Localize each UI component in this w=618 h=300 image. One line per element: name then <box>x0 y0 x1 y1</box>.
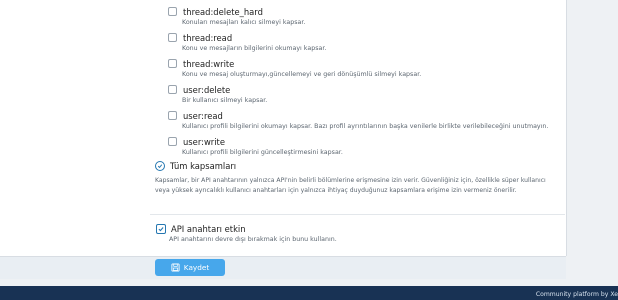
form-submit-row <box>0 256 566 279</box>
scope-item: user:write Kullanıcı profili bilgilerini… <box>168 135 343 156</box>
scope-description: Konuları mesajları kalıcı silmeyi kapsar… <box>182 19 306 26</box>
save-button[interactable]: Kaydet <box>155 259 225 276</box>
scope-name: thread:read <box>183 32 233 43</box>
scope-description: Konu ve mesajların bilgilerini okumayı k… <box>182 45 327 52</box>
check-circle-icon <box>155 161 165 171</box>
scope-name: user:write <box>183 136 225 147</box>
scope-checkbox[interactable] <box>168 137 177 146</box>
all-scopes-toggle[interactable]: Tüm kapsamları <box>155 161 236 171</box>
scope-item: user:read Kullanıcı profili bilgilerini … <box>168 109 548 130</box>
scope-description: Kullanıcı profili bilgilerini okumayı ka… <box>182 123 549 130</box>
scope-name: user:read <box>183 110 223 121</box>
save-icon <box>171 263 180 272</box>
scope-checkbox[interactable] <box>168 111 177 120</box>
scope-item: user:delete Bir kullanıcı silmeyi kapsar… <box>168 83 267 104</box>
scope-item: thread:read Konu ve mesajların bilgileri… <box>168 31 326 52</box>
all-scopes-label: Tüm kapsamları <box>170 161 237 171</box>
scope-description: Kullanıcı profili bilgilerini güncelleşt… <box>182 149 343 156</box>
scope-checkbox[interactable] <box>168 59 177 68</box>
scope-name: thread:delete_hard <box>183 6 263 17</box>
scope-description: Konu ve mesaj oluşturmayı,güncellemeyi v… <box>182 71 422 78</box>
scope-checkbox[interactable] <box>168 85 177 94</box>
page-footer <box>0 286 618 300</box>
scope-description: Bir kullanıcı silmeyi kapsar. <box>182 97 268 104</box>
footer-credit: Community platform by Xe <box>535 291 618 298</box>
scopes-explanation: Kapsamlar, bir API anahtarının yalnızca … <box>155 177 546 195</box>
active-label: API anahtarı etkin <box>171 224 246 234</box>
scope-checkbox[interactable] <box>168 7 177 16</box>
save-label: Kaydet <box>183 263 210 272</box>
scope-checkbox[interactable] <box>168 33 177 42</box>
active-description: API anahtarını devre dışı bırakmak için … <box>169 236 337 243</box>
active-option: API anahtarı etkin API anahtarını devre … <box>156 224 337 243</box>
scope-item: thread:write Konu ve mesaj oluşturmayı,g… <box>168 57 421 78</box>
divider <box>150 214 565 215</box>
scope-name: thread:write <box>183 58 235 69</box>
scope-item: thread:delete_hard Konuları mesajları ka… <box>168 5 305 26</box>
active-checkbox[interactable] <box>156 224 166 234</box>
scope-name: user:delete <box>183 84 231 95</box>
